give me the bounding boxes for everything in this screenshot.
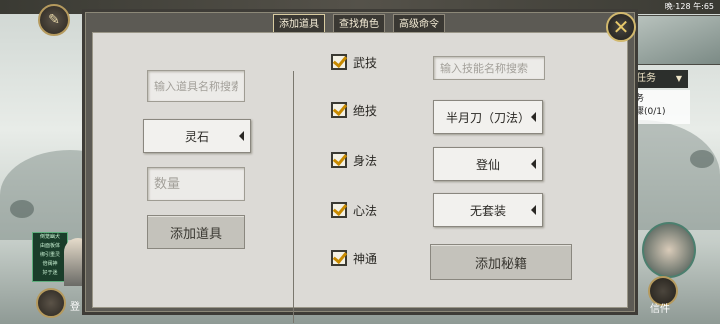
panel-divider — [293, 71, 294, 323]
caret-left-icon — [239, 131, 244, 141]
quest-tracker[interactable]: 务 骤(0/1) — [632, 90, 690, 124]
left-menu-item[interactable]: 绑引重灵 — [33, 251, 67, 260]
skill-select-value: 半月刀（刀法） — [445, 110, 530, 125]
checkbox-checked-icon[interactable] — [331, 202, 347, 218]
quest-line: 务 — [635, 94, 645, 104]
item-select[interactable]: 灵石 — [143, 119, 251, 153]
checkbox-martial-skill[interactable]: 武技 — [331, 53, 377, 71]
minimap[interactable] — [636, 15, 720, 65]
realm-select[interactable]: 登仙 — [433, 147, 543, 181]
checkbox-label: 绝技 — [353, 103, 378, 118]
checkbox-label: 武技 — [353, 55, 378, 70]
set-select[interactable]: 无套装 — [433, 193, 543, 227]
dialog-tabs: 添加道具 查找角色 高级命令 — [273, 14, 445, 34]
quest-tab-label: 任务 — [636, 73, 656, 84]
checkbox-label: 心法 — [353, 203, 378, 218]
checkbox-movement-skill[interactable]: 身法 — [331, 151, 377, 169]
checkbox-checked-icon[interactable] — [331, 102, 347, 118]
caret-left-icon — [531, 205, 536, 215]
dialog-panel: 灵石 添加道具 武技 绝技 身法 心法 神通 — [92, 32, 628, 323]
item-select-value: 灵石 — [184, 129, 209, 144]
checkbox-label: 神通 — [353, 251, 378, 266]
background-tree — [690, 150, 714, 168]
checkbox-ultimate-skill[interactable]: 绝技 — [331, 101, 377, 119]
checkbox-checked-icon[interactable] — [331, 152, 347, 168]
caret-left-icon — [531, 112, 536, 122]
left-side-menu[interactable]: 倒笼幽犬 由面板体 绑引重灵 倍阀神 好于迷 — [32, 232, 68, 282]
set-select-value: 无套装 — [469, 203, 506, 218]
left-menu-item[interactable]: 倒笼幽犬 — [33, 233, 67, 242]
checkbox-checked-icon[interactable] — [331, 54, 347, 70]
caret-down-icon: ▼ — [675, 74, 682, 83]
bag-label: 登 — [70, 302, 80, 313]
checkbox-checked-icon[interactable] — [331, 250, 347, 266]
quantity-input[interactable] — [148, 168, 244, 200]
skill-select[interactable]: 半月刀（刀法） — [433, 100, 543, 134]
background-tree — [10, 200, 34, 218]
skill-search-input[interactable] — [434, 57, 544, 80]
caret-left-icon — [531, 159, 536, 169]
quill-icon[interactable]: ✎ — [38, 4, 70, 36]
tab-advanced-commands[interactable]: 高级命令 — [393, 14, 445, 34]
checkbox-label: 身法 — [353, 153, 378, 168]
add-book-button[interactable]: 添加秘籍 — [430, 244, 572, 280]
quest-tab[interactable]: 任务 ▼ — [632, 70, 688, 88]
add-item-button[interactable]: 添加道具 — [147, 215, 245, 249]
companion-portrait[interactable] — [642, 222, 696, 278]
bag-icon[interactable] — [36, 288, 66, 318]
quantity-field[interactable] — [147, 167, 245, 201]
skill-search-field[interactable] — [433, 56, 545, 80]
left-menu-item[interactable]: 好于迷 — [33, 269, 67, 278]
checkbox-mind-skill[interactable]: 心法 — [331, 201, 377, 219]
gm-dialog: 添加道具 查找角色 高级命令 灵石 添加道具 武技 绝技 身法 — [82, 9, 638, 323]
tab-find-character[interactable]: 查找角色 — [333, 14, 385, 34]
realm-select-value: 登仙 — [475, 157, 500, 172]
left-menu-item[interactable]: 倍阀神 — [33, 260, 67, 269]
close-icon[interactable]: ✕ — [606, 12, 636, 42]
quest-line: 骤(0/1) — [635, 107, 666, 117]
item-search-input[interactable] — [148, 71, 244, 101]
mail-label: 信件 — [650, 304, 670, 315]
item-search-field[interactable] — [147, 70, 245, 102]
checkbox-divine-skill[interactable]: 神通 — [331, 249, 377, 267]
tab-add-item[interactable]: 添加道具 — [273, 14, 325, 34]
left-menu-item[interactable]: 由面板体 — [33, 242, 67, 251]
